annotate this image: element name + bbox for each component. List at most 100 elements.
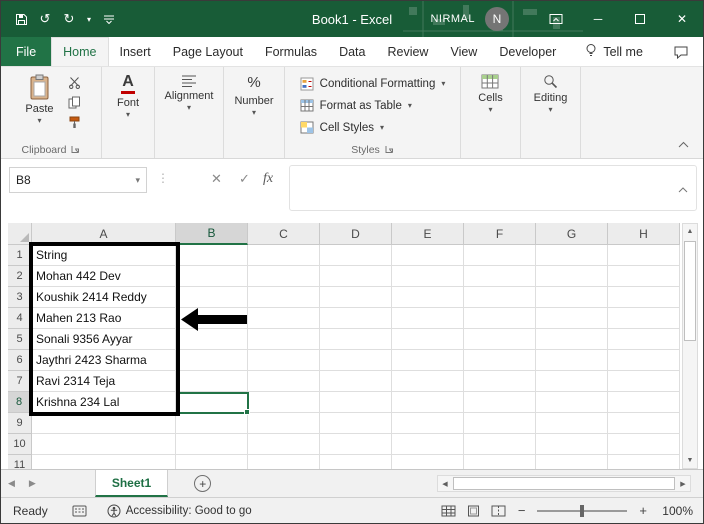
cell-H10[interactable] [608, 434, 680, 455]
cell-A10[interactable] [32, 434, 176, 455]
cell-H11[interactable] [608, 455, 680, 469]
accessibility-status[interactable]: Accessibility: Good to go [126, 505, 252, 517]
cell-D1[interactable] [320, 245, 392, 266]
cell-E1[interactable] [392, 245, 464, 266]
vertical-scrollbar[interactable]: ▲ ▼ [682, 223, 698, 469]
zoom-in-button[interactable]: + [637, 503, 649, 518]
cell-D7[interactable] [320, 371, 392, 392]
cell-E3[interactable] [392, 287, 464, 308]
cell-B7[interactable] [176, 371, 248, 392]
undo-icon[interactable]: ↺ [35, 7, 55, 31]
cell-H7[interactable] [608, 371, 680, 392]
cell-D5[interactable] [320, 329, 392, 350]
cell-H5[interactable] [608, 329, 680, 350]
zoom-slider-thumb[interactable] [580, 505, 584, 517]
customize-qat-icon[interactable] [99, 7, 119, 31]
copy-icon[interactable] [68, 94, 81, 110]
cell-A1[interactable]: String [32, 245, 176, 266]
cell-H2[interactable] [608, 266, 680, 287]
cell-C6[interactable] [248, 350, 320, 371]
cell-B1[interactable] [176, 245, 248, 266]
redo-icon[interactable]: ↻ [59, 7, 79, 31]
cell-styles-button[interactable]: Cell Styles ▾ [295, 118, 451, 137]
format-as-table-button[interactable]: Format as Table ▾ [295, 96, 451, 115]
cell-D10[interactable] [320, 434, 392, 455]
cell-G7[interactable] [536, 371, 608, 392]
cell-B10[interactable] [176, 434, 248, 455]
cell-H4[interactable] [608, 308, 680, 329]
cell-A3[interactable]: Koushik 2414 Reddy [32, 287, 176, 308]
page-break-view-icon[interactable] [491, 505, 506, 517]
cell-F4[interactable] [464, 308, 536, 329]
insert-function-button[interactable]: fx [263, 171, 273, 187]
tab-page-layout[interactable]: Page Layout [162, 37, 254, 66]
cell-D8[interactable] [320, 392, 392, 413]
minimize-button[interactable]: ─ [577, 1, 619, 37]
accessibility-icon[interactable] [107, 504, 121, 518]
cell-G1[interactable] [536, 245, 608, 266]
cell-B6[interactable] [176, 350, 248, 371]
cells-button[interactable]: Cells ▾ [470, 70, 510, 113]
column-header-H[interactable]: H [608, 223, 680, 245]
format-painter-icon[interactable] [68, 114, 81, 130]
cell-C4[interactable] [248, 308, 320, 329]
cell-G10[interactable] [536, 434, 608, 455]
row-header-3[interactable]: 3 [8, 287, 32, 308]
cell-E10[interactable] [392, 434, 464, 455]
cell-B3[interactable] [176, 287, 248, 308]
tab-file[interactable]: File [1, 37, 51, 66]
cell-D2[interactable] [320, 266, 392, 287]
column-header-D[interactable]: D [320, 223, 392, 245]
save-icon[interactable] [11, 7, 31, 31]
horizontal-scroll-thumb[interactable] [453, 477, 675, 490]
cell-A4[interactable]: Mahen 213 Rao [32, 308, 176, 329]
number-button[interactable]: % Number ▾ [226, 70, 281, 116]
formula-input[interactable] [289, 165, 697, 211]
formula-bar-expand-icon[interactable] [678, 182, 688, 196]
cell-G9[interactable] [536, 413, 608, 434]
fill-handle[interactable] [244, 409, 250, 415]
normal-view-icon[interactable] [441, 505, 456, 517]
cell-F11[interactable] [464, 455, 536, 469]
cell-H9[interactable] [608, 413, 680, 434]
cell-E2[interactable] [392, 266, 464, 287]
tab-developer[interactable]: Developer [488, 37, 567, 66]
cell-E6[interactable] [392, 350, 464, 371]
alignment-button[interactable]: Alignment ▾ [157, 70, 222, 111]
cell-E11[interactable] [392, 455, 464, 469]
cell-G8[interactable] [536, 392, 608, 413]
cell-C2[interactable] [248, 266, 320, 287]
cell-A2[interactable]: Mohan 442 Dev [32, 266, 176, 287]
active-cell-b8[interactable] [176, 392, 249, 414]
cell-F6[interactable] [464, 350, 536, 371]
sheet-nav-right-icon[interactable]: ▶ [22, 478, 43, 489]
row-header-5[interactable]: 5 [8, 329, 32, 350]
zoom-out-button[interactable]: − [516, 503, 528, 518]
cell-C1[interactable] [248, 245, 320, 266]
cell-E7[interactable] [392, 371, 464, 392]
column-header-G[interactable]: G [536, 223, 608, 245]
cell-F10[interactable] [464, 434, 536, 455]
maximize-button[interactable] [619, 1, 661, 37]
cell-E8[interactable] [392, 392, 464, 413]
cut-icon[interactable] [68, 74, 81, 90]
cell-G3[interactable] [536, 287, 608, 308]
cell-G6[interactable] [536, 350, 608, 371]
cell-C9[interactable] [248, 413, 320, 434]
cell-C10[interactable] [248, 434, 320, 455]
cell-B11[interactable] [176, 455, 248, 469]
row-header-4[interactable]: 4 [8, 308, 32, 329]
zoom-slider[interactable] [537, 504, 627, 518]
column-header-B[interactable]: B [176, 223, 248, 245]
horizontal-scrollbar[interactable]: ◀ ▶ [437, 475, 691, 492]
styles-dialog-launcher-icon[interactable] [385, 145, 394, 154]
scroll-down-icon[interactable]: ▼ [683, 453, 697, 468]
zoom-level[interactable]: 100% [659, 504, 693, 518]
cell-C3[interactable] [248, 287, 320, 308]
cell-H3[interactable] [608, 287, 680, 308]
cell-F2[interactable] [464, 266, 536, 287]
close-button[interactable]: ✕ [661, 1, 703, 37]
row-header-10[interactable]: 10 [8, 434, 32, 455]
select-all-button[interactable] [8, 223, 32, 245]
scroll-left-icon[interactable]: ◀ [438, 476, 452, 491]
